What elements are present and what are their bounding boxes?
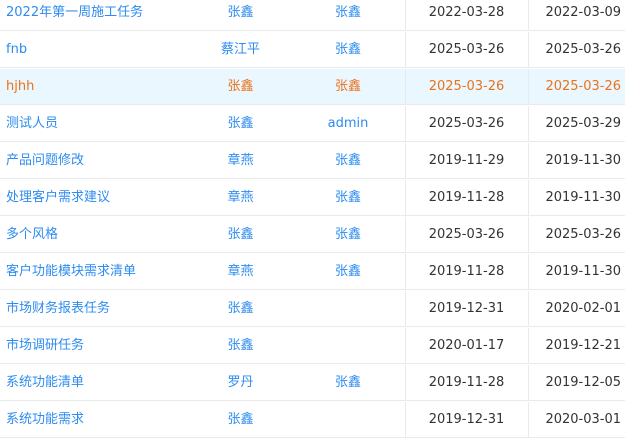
column-divider (528, 143, 529, 179)
column-divider (528, 217, 529, 253)
table-row[interactable]: 多个风格 张鑫 张鑫 2025-03-26 2025-03-26 (0, 217, 625, 253)
task-name-link[interactable]: 2022年第一周施工任务 (6, 0, 196, 31)
end-date: 2020-02-01 (545, 301, 621, 316)
task-name-link[interactable]: 市场财务报表任务 (6, 291, 196, 327)
column-divider (405, 0, 406, 31)
owner-link[interactable]: 张鑫 (190, 217, 291, 253)
column-divider (405, 402, 406, 438)
end-date: 2019-11-30 (545, 264, 621, 279)
start-date: 2025-03-26 (428, 227, 505, 242)
owner-link[interactable]: 章燕 (190, 143, 291, 179)
start-date: 2019-12-31 (428, 301, 505, 316)
assignee-link[interactable]: admin (291, 106, 405, 142)
assignee-link[interactable]: 张鑫 (291, 0, 405, 31)
task-name-link[interactable]: 系统功能清单 (6, 365, 196, 401)
column-divider (405, 254, 406, 290)
owner-link[interactable]: 张鑫 (190, 0, 291, 31)
column-divider (528, 328, 529, 364)
end-date: 2019-11-30 (545, 153, 621, 168)
owner-link[interactable]: 张鑫 (190, 106, 291, 142)
task-name-link[interactable]: 测试人员 (6, 106, 196, 142)
start-date: 2020-01-17 (428, 338, 505, 353)
table-row[interactable]: 产品问题修改 章燕 张鑫 2019-11-29 2019-11-30 (0, 143, 625, 179)
table-row[interactable]: 市场财务报表任务 张鑫 2019-12-31 2020-02-01 (0, 291, 625, 327)
end-date: 2019-12-05 (545, 375, 621, 390)
owner-link[interactable]: 张鑫 (190, 291, 291, 327)
column-divider (528, 32, 529, 68)
table-row[interactable]: 系统功能需求 张鑫 2019-12-31 2020-03-01 (0, 402, 625, 438)
start-date: 2025-03-26 (428, 79, 505, 94)
column-divider (528, 69, 529, 105)
task-name-link[interactable]: 产品问题修改 (6, 143, 196, 179)
task-name-link[interactable]: hjhh (6, 69, 196, 105)
start-date: 2019-12-31 (428, 412, 505, 427)
task-name-link[interactable]: fnb (6, 32, 196, 68)
table-row[interactable]: fnb 蔡江平 张鑫 2025-03-26 2025-03-26 (0, 32, 625, 68)
column-divider (528, 106, 529, 142)
column-divider (528, 180, 529, 216)
table-row-highlighted[interactable]: hjhh 张鑫 张鑫 2025-03-26 2025-03-26 (0, 69, 625, 105)
task-name-link[interactable]: 市场调研任务 (6, 328, 196, 364)
column-divider (528, 0, 529, 31)
start-date: 2019-11-28 (428, 264, 505, 279)
assignee-link[interactable]: 张鑫 (291, 254, 405, 290)
owner-link[interactable]: 张鑫 (190, 328, 291, 364)
table-row[interactable]: 系统功能清单 罗丹 张鑫 2019-11-28 2019-12-05 (0, 365, 625, 401)
start-date: 2019-11-28 (428, 190, 505, 205)
start-date: 2019-11-29 (428, 153, 505, 168)
start-date: 2019-11-28 (428, 375, 505, 390)
end-date: 2019-12-21 (545, 338, 621, 353)
assignee-link[interactable] (291, 291, 405, 327)
assignee-link[interactable]: 张鑫 (291, 143, 405, 179)
assignee-link[interactable] (291, 328, 405, 364)
column-divider (405, 143, 406, 179)
end-date: 2025-03-26 (545, 79, 621, 94)
assignee-link[interactable] (291, 402, 405, 438)
column-divider (528, 402, 529, 438)
table-row[interactable]: 测试人员 张鑫 admin 2025-03-26 2025-03-29 (0, 106, 625, 142)
table-row[interactable]: 客户功能模块需求清单 章燕 张鑫 2019-11-28 2019-11-30 (0, 254, 625, 290)
owner-link[interactable]: 蔡江平 (190, 32, 291, 68)
task-name-link[interactable]: 多个风格 (6, 217, 196, 253)
start-date: 2025-03-26 (428, 42, 505, 57)
table-row[interactable]: 市场调研任务 张鑫 2020-01-17 2019-12-21 (0, 328, 625, 364)
start-date: 2025-03-26 (428, 116, 505, 131)
task-name-link[interactable]: 客户功能模块需求清单 (6, 254, 196, 290)
owner-link[interactable]: 罗丹 (190, 365, 291, 401)
task-name-link[interactable]: 系统功能需求 (6, 402, 196, 438)
owner-link[interactable]: 章燕 (190, 254, 291, 290)
end-date: 2019-11-30 (545, 190, 621, 205)
table-row[interactable]: 2022年第一周施工任务 张鑫 张鑫 2022-03-28 2022-03-09 (0, 0, 625, 31)
column-divider (405, 106, 406, 142)
end-date: 2025-03-26 (545, 227, 621, 242)
column-divider (405, 180, 406, 216)
column-divider (405, 291, 406, 327)
assignee-link[interactable]: 张鑫 (291, 69, 405, 105)
column-divider (528, 291, 529, 327)
end-date: 2025-03-26 (545, 42, 621, 57)
column-divider (405, 328, 406, 364)
end-date: 2022-03-09 (545, 5, 621, 20)
column-divider (405, 217, 406, 253)
column-divider (528, 254, 529, 290)
column-divider (528, 365, 529, 401)
owner-link[interactable]: 章燕 (190, 180, 291, 216)
end-date: 2020-03-01 (545, 412, 621, 427)
table-row[interactable]: 处理客户需求建议 章燕 张鑫 2019-11-28 2019-11-30 (0, 180, 625, 216)
owner-link[interactable]: 张鑫 (190, 402, 291, 438)
assignee-link[interactable]: 张鑫 (291, 180, 405, 216)
task-table: 2022年第一周施工任务 张鑫 张鑫 2022-03-28 2022-03-09… (0, 0, 625, 440)
start-date: 2022-03-28 (428, 5, 505, 20)
assignee-link[interactable]: 张鑫 (291, 217, 405, 253)
column-divider (405, 365, 406, 401)
assignee-link[interactable]: 张鑫 (291, 365, 405, 401)
owner-link[interactable]: 张鑫 (190, 69, 291, 105)
end-date: 2025-03-29 (545, 116, 621, 131)
task-name-link[interactable]: 处理客户需求建议 (6, 180, 196, 216)
column-divider (405, 69, 406, 105)
column-divider (405, 32, 406, 68)
assignee-link[interactable]: 张鑫 (291, 32, 405, 68)
